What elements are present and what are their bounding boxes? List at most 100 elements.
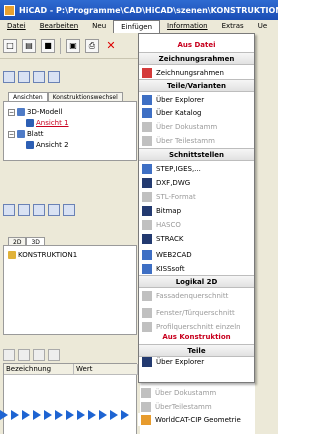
kisssoft-icon bbox=[142, 263, 152, 274]
menu-overflow[interactable]: Ue bbox=[251, 20, 274, 33]
tree-node-ansicht-1[interactable]: Ansicht 1 bbox=[26, 119, 69, 127]
arrow-icon bbox=[11, 410, 19, 420]
tree-label: Ansicht 1 bbox=[36, 119, 69, 127]
save-as-icon[interactable]: ▣ bbox=[66, 38, 80, 53]
up-icon[interactable] bbox=[33, 349, 45, 361]
menu-item-hasco: HASCO bbox=[139, 218, 254, 231]
sheet-icon bbox=[17, 130, 25, 138]
sort-icon[interactable] bbox=[3, 349, 15, 361]
profile-icon bbox=[142, 321, 152, 332]
item-label: STRACK bbox=[156, 234, 184, 243]
drawing-area bbox=[255, 33, 278, 434]
item-label: Über Teilestamm bbox=[156, 136, 215, 145]
menu-item-zeichnungsrahmen[interactable]: Zeichnungsrahmen bbox=[139, 66, 254, 79]
menu-item-fenster: Fenster/Türquerschnitt bbox=[139, 306, 254, 319]
cut-icon[interactable] bbox=[18, 204, 30, 216]
menu-einfuegen[interactable]: Einfügen bbox=[113, 20, 161, 33]
arrow-icon bbox=[55, 410, 63, 420]
tree-node-konstruktion1[interactable]: KONSTRUKTION1 bbox=[8, 251, 77, 259]
arrow-icon bbox=[121, 410, 129, 420]
open-folder-icon[interactable]: ▤ bbox=[22, 38, 36, 53]
filter-icon[interactable] bbox=[18, 349, 30, 361]
structure-toolbar bbox=[3, 204, 75, 218]
menu-information[interactable]: Information bbox=[160, 20, 215, 33]
header-aus-konstruktion: Aus Konstruktion bbox=[162, 333, 231, 341]
collapse-icon[interactable]: − bbox=[8, 108, 15, 116]
item-label: Profilquerschnitt einzeln bbox=[156, 322, 241, 331]
arrow-icon bbox=[22, 410, 30, 420]
document-master-icon bbox=[142, 121, 152, 132]
item-label: HASCO bbox=[156, 220, 181, 229]
menu-item-kisssoft[interactable]: KISSsoft bbox=[139, 262, 254, 275]
part-master-icon bbox=[141, 401, 151, 412]
funnel-icon[interactable] bbox=[48, 349, 60, 361]
einfuegen-menu: Aus Datei Zeichnungsrahmen Zeichnungsrah… bbox=[138, 33, 255, 383]
menu-item-ueber-explorer-2[interactable]: Über Explorer bbox=[139, 355, 254, 368]
view-button-4-icon[interactable] bbox=[48, 71, 60, 83]
header-logikal-2d: Logikal 2D bbox=[139, 275, 254, 288]
menu-item-bitmap[interactable]: Bitmap bbox=[139, 204, 254, 217]
menu-item-ueber-dokustamm-2: Über Dokustamm bbox=[138, 386, 253, 399]
close-icon[interactable]: ✕ bbox=[104, 39, 118, 53]
structure-panel: KONSTRUKTION1 bbox=[3, 245, 137, 335]
item-label: Fassadenquerschnitt bbox=[156, 291, 229, 300]
step-icon bbox=[142, 163, 152, 174]
copy-icon[interactable] bbox=[33, 204, 45, 216]
worldcat-icon bbox=[141, 414, 151, 425]
tree-node-blatt[interactable]: − Blatt bbox=[8, 130, 44, 138]
item-label: KISSsoft bbox=[156, 264, 185, 273]
item-label: WEB2CAD bbox=[156, 250, 192, 259]
tree-label: Ansicht 2 bbox=[36, 141, 69, 149]
arrow-icon bbox=[99, 410, 107, 420]
header-aus-datei: Aus Datei bbox=[177, 41, 216, 49]
tree-label: 3D-Modell bbox=[27, 108, 63, 116]
menu-item-strack[interactable]: STRACK bbox=[139, 232, 254, 245]
item-label: DXF,DWG bbox=[156, 178, 191, 187]
properties-toolbar bbox=[3, 349, 60, 363]
item-label: Über Katalog bbox=[156, 108, 202, 117]
tool-icon[interactable] bbox=[63, 204, 75, 216]
menu-item-step[interactable]: STEP,IGES,... bbox=[139, 162, 254, 175]
catalog-icon bbox=[142, 107, 152, 118]
view-button-2-icon[interactable] bbox=[18, 71, 30, 83]
print-icon[interactable]: ⎙ bbox=[85, 38, 99, 53]
menu-neu[interactable]: Neu bbox=[85, 20, 113, 33]
header-teile-varianten: Teile/Varianten bbox=[139, 79, 254, 92]
menu-bar: Datei Bearbeiten Neu Einfügen Informatio… bbox=[0, 20, 278, 33]
collapse-icon[interactable]: − bbox=[8, 130, 15, 138]
arrow-icon bbox=[44, 410, 52, 420]
menu-item-dxf[interactable]: DXF,DWG bbox=[139, 176, 254, 189]
tree-node-3d-modell[interactable]: − 3D-Modell bbox=[8, 108, 62, 116]
menu-item-ueber-explorer[interactable]: Über Explorer bbox=[139, 93, 254, 106]
new-file-icon[interactable]: □ bbox=[3, 38, 17, 53]
arrow-icon bbox=[66, 410, 74, 420]
item-label: WorldCAT-CIP Geometrie bbox=[155, 415, 241, 424]
arrow-icon bbox=[110, 410, 118, 420]
paste-icon[interactable] bbox=[48, 204, 60, 216]
stl-icon bbox=[142, 191, 152, 202]
left-pane: Ansichten Konstruktionswechsel − 3D-Mode… bbox=[0, 59, 140, 434]
view-button-3-icon[interactable] bbox=[33, 71, 45, 83]
item-label: STEP,IGES,... bbox=[156, 164, 201, 173]
arrow-icon bbox=[33, 410, 41, 420]
dxf-icon bbox=[142, 177, 152, 188]
web2cad-icon bbox=[142, 249, 152, 260]
column-wert[interactable]: Wert bbox=[74, 364, 138, 375]
assembly-icon bbox=[8, 251, 16, 259]
menu-datei[interactable]: Datei bbox=[0, 20, 33, 33]
item-label: Zeichnungsrahmen bbox=[156, 68, 224, 77]
search-icon[interactable] bbox=[3, 204, 15, 216]
arrow-icon bbox=[0, 410, 8, 420]
menu-extras[interactable]: Extras bbox=[215, 20, 251, 33]
menu-item-ueber-katalog[interactable]: Über Katalog bbox=[139, 106, 254, 119]
column-bezeichnung[interactable]: Bezeichnung bbox=[4, 364, 74, 375]
pointer-arrows bbox=[0, 410, 129, 420]
view-button-1-icon[interactable] bbox=[3, 71, 15, 83]
menu-item-web2cad[interactable]: WEB2CAD bbox=[139, 248, 254, 261]
menu-item-ueber-teilestamm: Über Teilestamm bbox=[139, 134, 254, 147]
tree-node-ansicht-2[interactable]: Ansicht 2 bbox=[26, 141, 69, 149]
item-label: Über Explorer bbox=[156, 357, 205, 366]
menu-item-worldcat[interactable]: WorldCAT-CIP Geometrie bbox=[138, 413, 253, 426]
save-icon[interactable]: ■ bbox=[41, 38, 55, 53]
menu-bearbeiten[interactable]: Bearbeiten bbox=[33, 20, 85, 33]
